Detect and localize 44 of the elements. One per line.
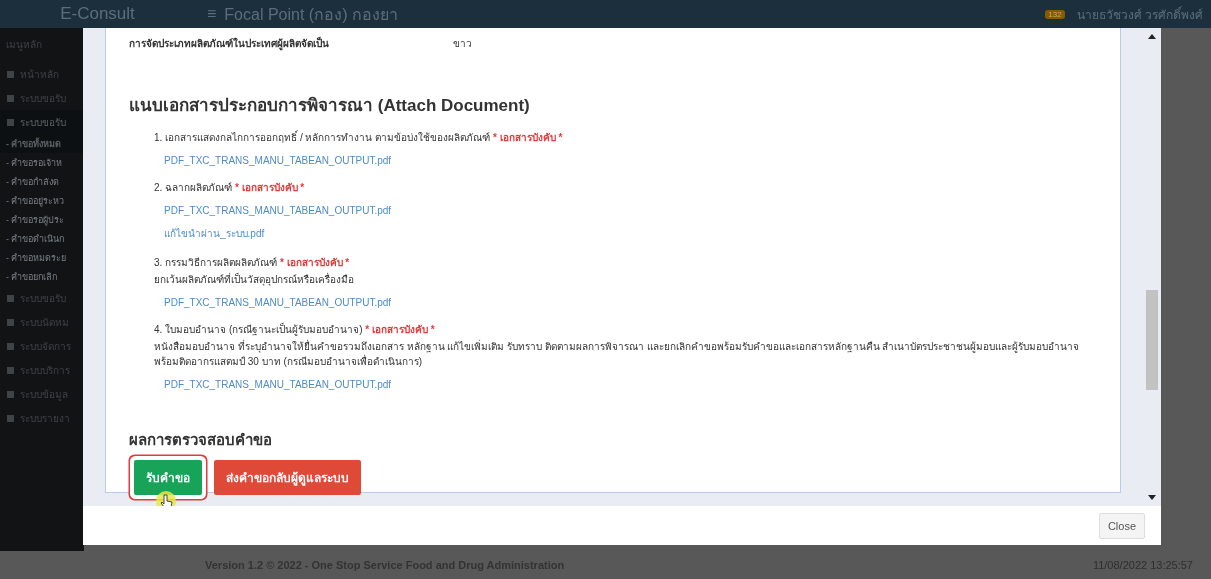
menu-item-icon [6,117,15,127]
sidebar-item[interactable]: - คำขอรอผู้ประ [0,210,84,229]
menu-item-icon [6,293,15,303]
menu-item-icon [6,413,15,423]
menu-icon[interactable]: ≡ [207,5,217,23]
section-title: แนบเอกสารประกอบการพิจารณา (Attach Document) [129,95,531,117]
menu-item-icon [6,365,15,375]
menu-item-icon [6,341,15,351]
menu-item-icon [6,93,15,103]
document-label: 3. กรรมวิธีการผลิตผลิตภัณฑ์ * เอกสารบังคับ * [154,256,351,270]
notification-badge[interactable]: 132 [1045,9,1065,19]
scroll-down-icon[interactable] [1148,495,1156,500]
sidebar-item[interactable]: - คำขอกำลังด [0,172,84,191]
menu-item-icon [6,69,15,79]
brand-logo[interactable]: E-Consult [0,4,195,24]
sidebar-item[interactable]: - คำขอหมดระย [0,248,84,267]
file-link[interactable]: PDF_TXC_TRANS_MANU_TABEAN_OUTPUT.pdf [164,205,1097,216]
document-note: ยกเว้นผลิตภัณฑ์ที่เป็นวัสดุอุปกรณ์หรือเครื่องมือ [154,272,355,287]
document-note: หนังสือมอบอำนาจ ที่ระบุอำนาจให้ยื่นคำขอรวมถึงเอกสาร หลักฐาน แก้ไขเพิ่มเติม รับทราบ ติดตามผลการพิจารณา และยกเลิกคำขอพร้อมรับคำขอและเอกสารหลักฐานคืน สำเนาบัตรประชาชนผู้มอบและผู้รับมอบอำนาจ พร้อมติดอากรแสตมป์ 30 บาท (กรณีมอบอำนาจเพื่อดำเนินการ) [154,339,1081,369]
sidebar-item[interactable]: - คำขอทั้งหมด [0,134,84,153]
sidebar-item[interactable]: - คำขอรอเจ้าห [0,153,84,172]
sidebar-item[interactable]: ระบบขอรับ [0,110,84,134]
document-label: 4. ใบมอบอำนาจ (กรณีฐานะเป็นผู้รับมอบอำนาจ) * เอกสารบังคับ * [154,322,436,337]
sidebar-item[interactable]: - คำขออยู่ระหว [0,191,84,210]
file-link[interactable]: แก้ไขนำผ่าน_ระบบ.pdf [164,226,1097,241]
menu-item-icon [6,317,15,327]
document-label: 2. ฉลากผลิตภัณฑ์ * เอกสารบังคับ * [154,181,306,195]
field-value: ขาว [453,37,472,51]
sidebar-item[interactable]: - คำขอดำเนินก [0,229,84,248]
close-button[interactable]: Close [1098,512,1145,539]
sidebar-item[interactable]: - คำขอยกเลิก [0,267,84,286]
file-link[interactable]: PDF_TXC_TRANS_MANU_TABEAN_OUTPUT.pdf [164,155,1097,166]
file-link[interactable]: PDF_TXC_TRANS_MANU_TABEAN_OUTPUT.pdf [164,297,1097,308]
scroll-up-icon[interactable] [1148,34,1156,39]
scrollbar-thumb[interactable] [1146,290,1158,390]
field-label: การจัดประเภทผลิตภัณฑ์ในประเทศผู้ผลิตจัดเป็น [129,36,330,51]
menu-item-icon [6,389,15,399]
file-link[interactable]: PDF_TXC_TRANS_MANU_TABEAN_OUTPUT.pdf [164,379,1097,390]
document-label: 1. เอกสารแสดงกลไกการออกฤทธิ์ / หลักการทำงาน ตามข้อบ่งใช้ของผลิตภัณฑ์ * เอกสารบังคับ * [154,130,564,145]
return-button[interactable]: ส่งคำขอกลับผู้ดูแลระบบ [214,460,361,495]
cursor-icon [155,490,177,506]
result-title: ผลการตรวจสอบคำขอ [129,430,273,450]
user-name[interactable]: นายธวัชวงศ์ วรศักดิ์พงศ์ [1076,4,1203,24]
page-title: Focal Point (กอง) กองยา [224,4,398,25]
